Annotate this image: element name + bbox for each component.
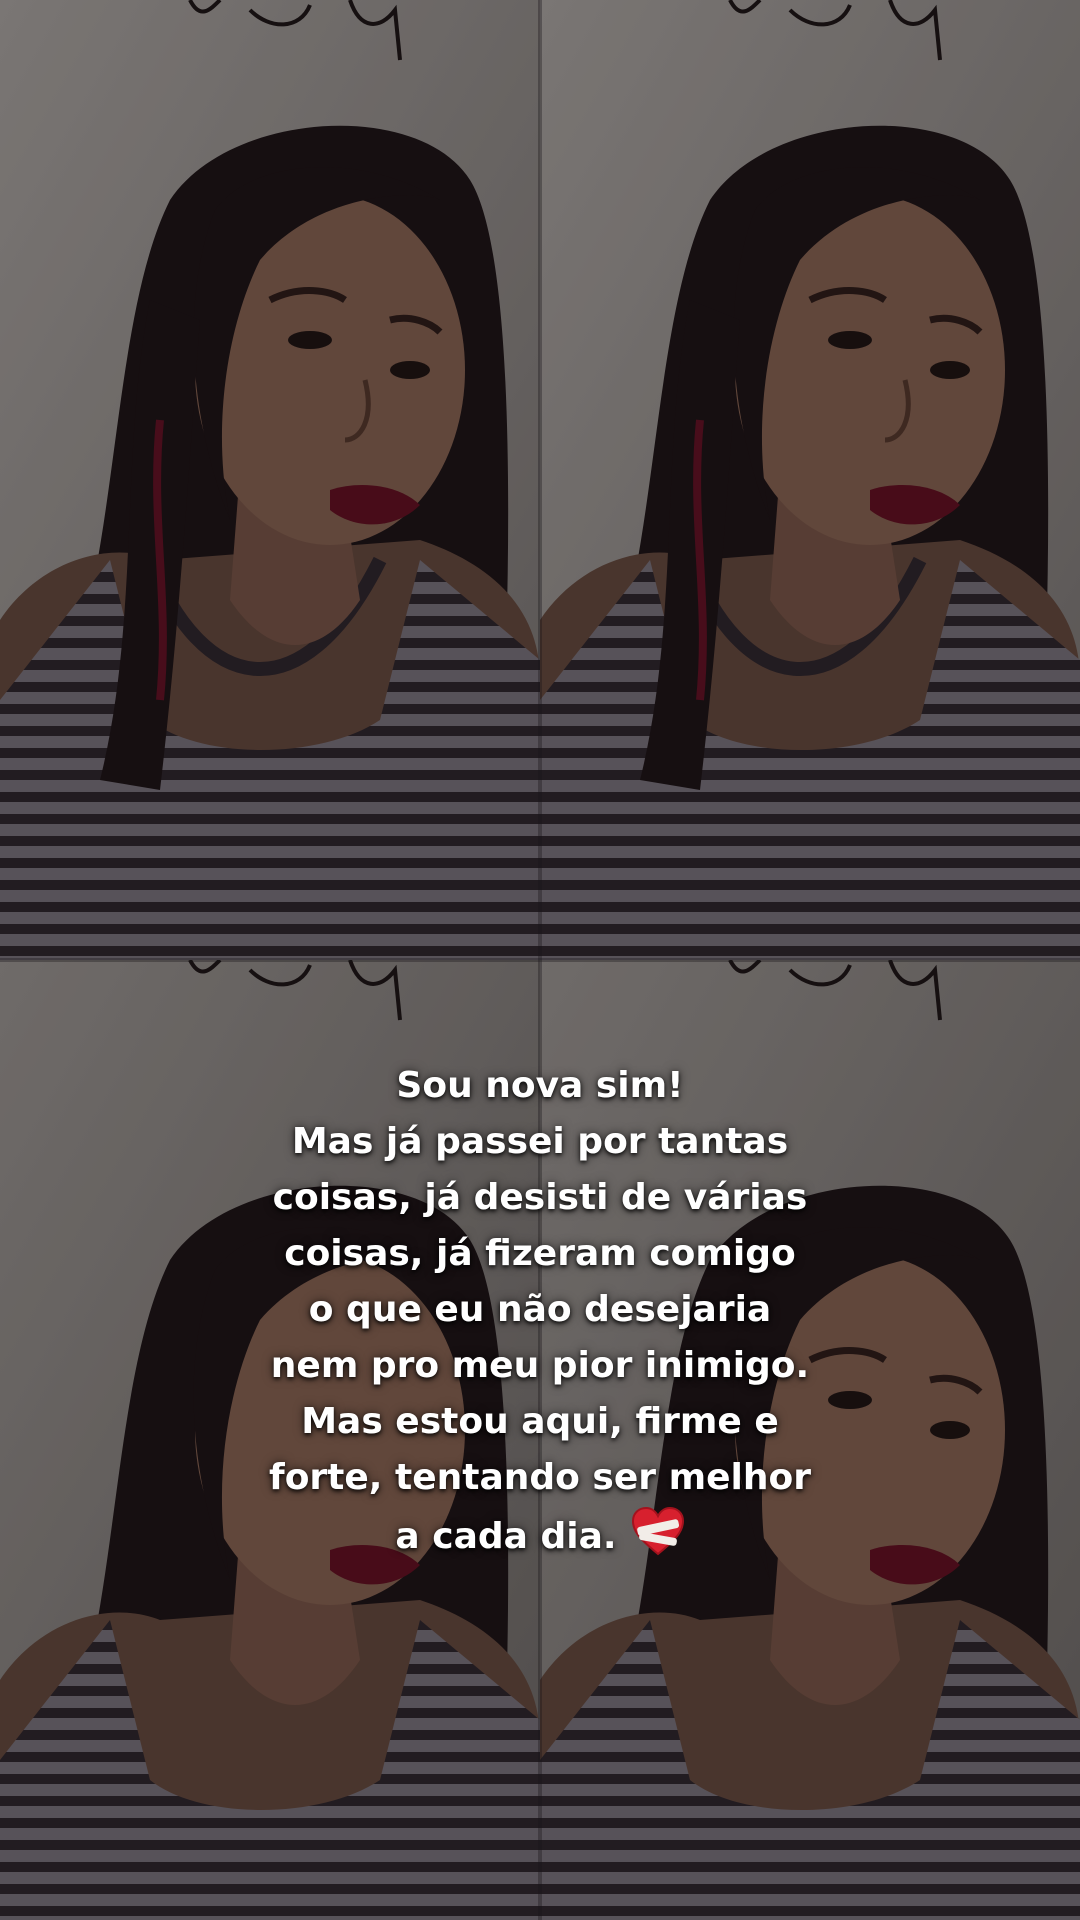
caption-line: o que eu não desejaria [308,1289,772,1330]
caption-line-last: a cada dia. [190,1506,890,1565]
caption-line: forte, tentando ser melhor [269,1457,811,1498]
caption-line: Sou nova sim! [396,1065,684,1106]
caption-line-text: a cada dia. [395,1516,617,1557]
mending-heart-icon [631,1506,685,1556]
caption-line: coisas, já desisti de várias [272,1177,808,1218]
caption-line: Mas estou aqui, firme e [301,1401,779,1442]
caption-line: coisas, já fizeram comigo [284,1233,796,1274]
story-viewer[interactable]: Sou nova sim! Mas já passei por tantas c… [0,0,1080,1920]
dim-overlay [0,0,1080,1920]
story-caption: Sou nova sim! Mas já passei por tantas c… [190,1058,890,1565]
caption-line: Mas já passei por tantas [291,1121,789,1162]
caption-line: nem pro meu pior inimigo. [270,1345,810,1386]
